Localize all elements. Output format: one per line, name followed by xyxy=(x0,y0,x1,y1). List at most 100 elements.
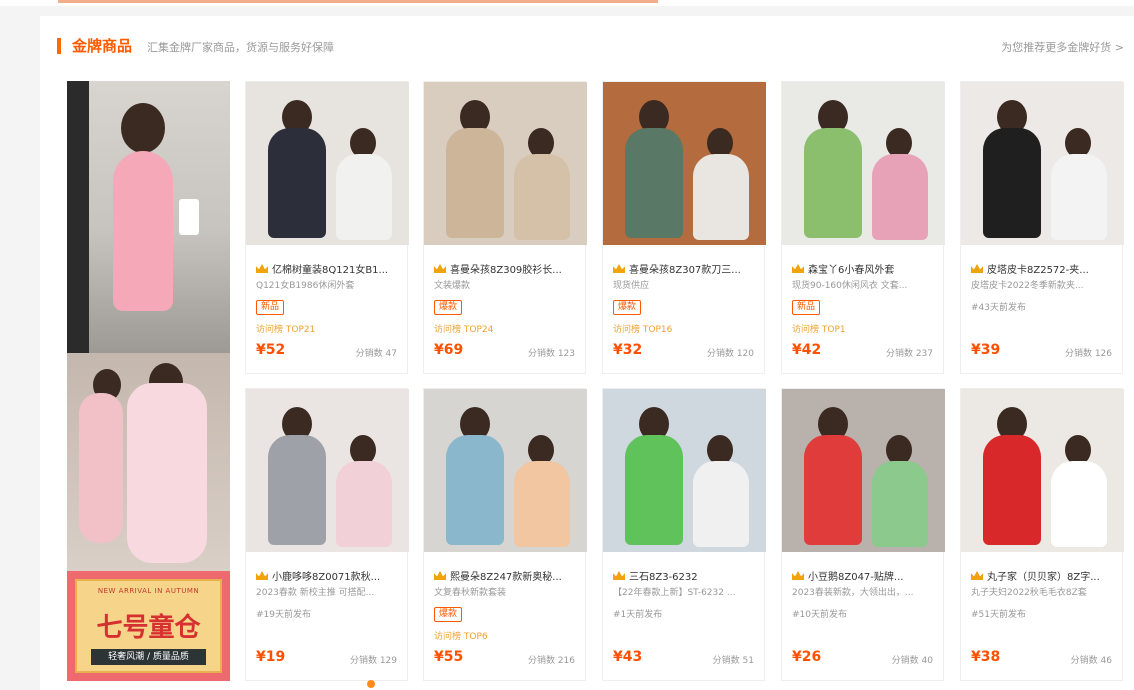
product-badge: 新品 xyxy=(256,300,285,315)
store-arc-text: NEW ARRIVAL IN AUTUMN xyxy=(97,587,200,595)
product-image[interactable] xyxy=(961,82,1124,245)
gold-crown-icon xyxy=(971,571,983,580)
product-image[interactable] xyxy=(424,389,587,552)
distribution-count: 分销数 216 xyxy=(527,656,575,666)
product-image[interactable] xyxy=(424,82,587,245)
product-title[interactable]: 皮塔皮卡8Z2572-夹... xyxy=(987,265,1089,274)
product-title-row[interactable]: 喜曼朵孩8Z309胶衫长... xyxy=(434,258,581,274)
banner-photo-top xyxy=(67,81,230,353)
product-card[interactable]: 三石8Z3-6232 【22年春款上新】ST-6232 ... #1天前发布 ¥43 分… xyxy=(602,388,766,681)
gold-crown-icon xyxy=(613,571,625,580)
visit-rank: 访问榜 TOP6 xyxy=(434,632,488,642)
product-title-row[interactable]: 小豆鹅8Z047-贴牌... xyxy=(792,565,939,581)
product-description: 2023春款 新校主推 可搭配... xyxy=(256,588,375,598)
product-card[interactable]: 喜曼朵孩8Z307款刀三... 现货供应爆款访问榜 TOP16 ¥32 分销数 120 xyxy=(602,81,766,374)
gold-crown-icon xyxy=(434,264,446,273)
product-title-row[interactable]: 三石8Z3-6232 xyxy=(613,565,760,581)
banner-photo-bottom xyxy=(67,353,230,571)
product-badge: 爆款 xyxy=(613,300,642,315)
product-card[interactable]: 森宝丫6小春风外套 现货90-160休闲风衣 文套... 新品 访问榜 TOP1 ¥42… xyxy=(781,81,945,374)
section-subtitle: 汇集金牌厂家商品，货源与服务好保障 xyxy=(147,41,334,54)
distribution-count: 分销数 126 xyxy=(1064,349,1112,359)
visit-rank: 访问榜 TOP16 xyxy=(613,325,673,335)
product-title-row[interactable]: 皮塔皮卡8Z2572-夹... xyxy=(971,258,1118,274)
product-title-row[interactable]: 小鹿哆哆8Z0071款秋... xyxy=(256,565,403,581)
store-tag: 轻奢风潮 / 质量品质 xyxy=(91,649,206,665)
product-price: ¥32 xyxy=(613,342,643,358)
gold-crown-icon xyxy=(971,264,983,273)
store-banner[interactable]: NEW ARRIVAL IN AUTUMN 七号童仓 轻奢风潮 / 质量品质 xyxy=(67,81,230,681)
product-title[interactable]: 喜曼朵孩8Z309胶衫长... xyxy=(450,265,562,274)
product-price: ¥52 xyxy=(256,342,286,358)
publish-time: #43天前发布 xyxy=(971,303,1026,313)
publish-time: #1天前发布 xyxy=(613,610,663,620)
product-title[interactable]: 小鹿哆哆8Z0071款秋... xyxy=(272,572,380,581)
store-logo-plate: NEW ARRIVAL IN AUTUMN 七号童仓 轻奢风潮 / 质量品质 xyxy=(67,571,230,681)
product-card[interactable]: 喜曼朵孩8Z309胶衫长... 文装爆款 爆款 访问榜 TOP24 ¥69 分销数 123 xyxy=(423,81,587,374)
publish-time: #51天前发布 xyxy=(971,610,1026,620)
product-image[interactable] xyxy=(782,389,945,552)
gold-crown-icon xyxy=(256,571,268,580)
product-image[interactable] xyxy=(961,389,1124,552)
product-price: ¥69 xyxy=(434,342,464,358)
product-card[interactable]: 亿棉树童装8Q121女B1... Q121女B1986休闲外套 新品 访问榜 TOP2… xyxy=(245,81,409,374)
product-description: 文装爆款 xyxy=(434,281,471,291)
section-header: 金牌商品 汇集金牌厂家商品，货源与服务好保障 为您推荐更多金牌好货 > xyxy=(40,34,1134,58)
product-image[interactable] xyxy=(782,82,945,245)
product-title[interactable]: 熙曼朵8Z247款新奥秘... xyxy=(450,572,562,581)
product-description: 现货90-160休闲风衣 文套... xyxy=(792,281,908,291)
gold-crown-icon xyxy=(256,264,268,273)
more-gold-products-link[interactable]: 为您推荐更多金牌好货 > xyxy=(1001,39,1124,55)
product-title[interactable]: 喜曼朵孩8Z307款刀三... xyxy=(629,265,741,274)
top-accent-bar xyxy=(58,0,658,3)
product-description: 【22年春款上新】ST-6232 ... xyxy=(613,588,736,598)
distribution-count: 分销数 123 xyxy=(527,349,575,359)
distribution-count: 分销数 47 xyxy=(355,349,397,359)
product-card[interactable]: 小鹿哆哆8Z0071款秋... 2023春款 新校主推 可搭配... #19天前发布… xyxy=(245,388,409,681)
product-description: 皮塔皮卡2022冬季新款夹... xyxy=(971,281,1084,291)
product-card[interactable]: 丸子家（贝贝家）8Z字... 丸子夫妇2022秋毛毛衣8Z套 #51天前发布 ¥38 分… xyxy=(960,388,1124,681)
product-description: 丸子夫妇2022秋毛毛衣8Z套 xyxy=(971,588,1087,598)
product-title[interactable]: 小豆鹅8Z047-贴牌... xyxy=(808,572,903,581)
section-accent-bar xyxy=(57,38,61,54)
distribution-count: 分销数 40 xyxy=(891,656,933,666)
publish-time: #19天前发布 xyxy=(256,610,311,620)
product-title-row[interactable]: 熙曼朵8Z247款新奥秘... xyxy=(434,565,581,581)
distribution-count: 分销数 120 xyxy=(706,349,754,359)
product-title-row[interactable]: 喜曼朵孩8Z307款刀三... xyxy=(613,258,760,274)
product-price: ¥39 xyxy=(971,342,1001,358)
distribution-count: 分销数 237 xyxy=(885,349,933,359)
product-title-row[interactable]: 亿棉树童装8Q121女B1... xyxy=(256,258,403,274)
gold-crown-icon xyxy=(792,571,804,580)
product-title-row[interactable]: 森宝丫6小春风外套 xyxy=(792,258,939,274)
product-price: ¥26 xyxy=(792,649,822,665)
product-title-row[interactable]: 丸子家（贝贝家）8Z字... xyxy=(971,565,1118,581)
product-price: ¥42 xyxy=(792,342,822,358)
product-title[interactable]: 三石8Z3-6232 xyxy=(629,572,698,581)
carousel-indicator-dot[interactable] xyxy=(367,680,375,688)
product-title[interactable]: 亿棉树童装8Q121女B1... xyxy=(272,265,388,274)
visit-rank: 访问榜 TOP1 xyxy=(792,325,846,335)
product-description: 现货供应 xyxy=(613,281,650,291)
section-title: 金牌商品 xyxy=(72,37,133,55)
product-description: 2023春装新款，大领出出，... xyxy=(792,588,914,598)
gold-products-panel: 金牌商品 汇集金牌厂家商品，货源与服务好保障 为您推荐更多金牌好货 > NEW … xyxy=(40,16,1134,690)
product-badge: 爆款 xyxy=(434,300,463,315)
distribution-count: 分销数 51 xyxy=(712,656,754,666)
product-title[interactable]: 森宝丫6小春风外套 xyxy=(808,265,894,274)
product-image[interactable] xyxy=(246,389,409,552)
product-image[interactable] xyxy=(603,389,766,552)
product-price: ¥19 xyxy=(256,649,286,665)
product-price: ¥38 xyxy=(971,649,1001,665)
visit-rank: 访问榜 TOP21 xyxy=(256,325,316,335)
product-image[interactable] xyxy=(246,82,409,245)
gold-crown-icon xyxy=(792,264,804,273)
product-card[interactable]: 熙曼朵8Z247款新奥秘... 文复春秋新款套装 爆款 访问榜 TOP6 ¥55 分销数 … xyxy=(423,388,587,681)
product-badge: 爆款 xyxy=(434,607,463,622)
product-title[interactable]: 丸子家（贝贝家）8Z字... xyxy=(987,572,1100,581)
product-image[interactable] xyxy=(603,82,766,245)
store-name: 七号童仓 xyxy=(96,613,201,643)
top-strip xyxy=(0,0,1134,6)
product-card[interactable]: 小豆鹅8Z047-贴牌... 2023春装新款，大领出出，... #10天前发布 ¥2… xyxy=(781,388,945,681)
product-card[interactable]: 皮塔皮卡8Z2572-夹... 皮塔皮卡2022冬季新款夹... #43天前发布 ¥3… xyxy=(960,81,1124,374)
